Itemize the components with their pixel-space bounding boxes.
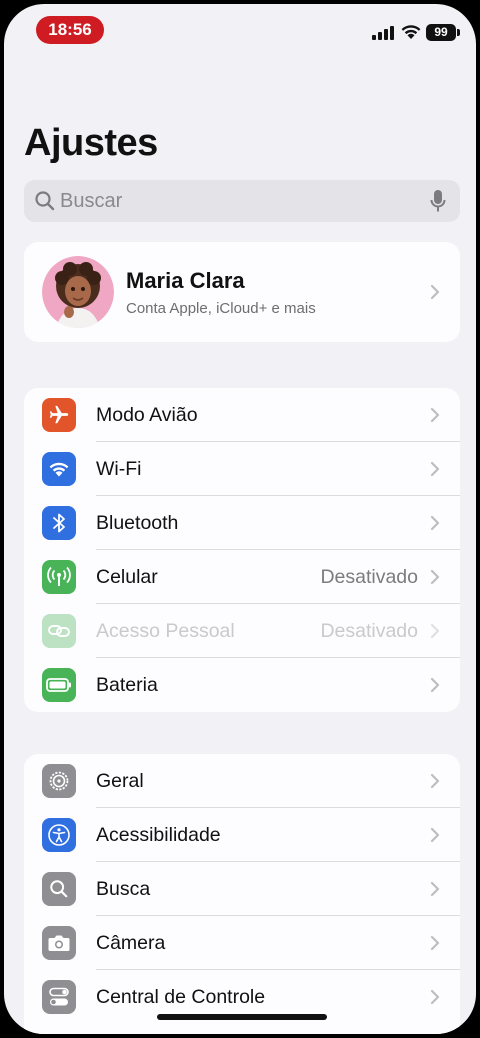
row-cellular[interactable]: Celular Desativado: [24, 550, 460, 604]
general-group: Geral Acessibilidade Busca Câmera Centra…: [24, 754, 460, 1034]
row-value: Desativado: [320, 566, 418, 588]
chevron-right-icon: [430, 935, 440, 951]
personal-hotspot-icon: [42, 614, 76, 648]
control-center-icon: [42, 980, 76, 1014]
row-airplane-mode[interactable]: Modo Avião: [24, 388, 460, 442]
chevron-right-icon: [430, 461, 440, 477]
search-icon: [42, 872, 76, 906]
row-label: Geral: [96, 770, 144, 792]
battery-tip: [457, 29, 460, 36]
chevron-right-icon: [430, 569, 440, 585]
magnifyingglass-icon: [35, 191, 55, 211]
avatar: [42, 256, 114, 328]
row-search[interactable]: Busca: [24, 862, 460, 916]
wifi-icon: [42, 452, 76, 486]
airplane-icon: [42, 398, 76, 432]
accessibility-icon: [42, 818, 76, 852]
search-input[interactable]: [60, 180, 420, 222]
chevron-right-icon: [430, 515, 440, 531]
battery-level: 99: [426, 24, 456, 41]
antenna-icon: [42, 560, 76, 594]
connectivity-group: Modo Avião Wi-Fi Bluetooth Celular Desat…: [24, 388, 460, 712]
chevron-right-icon: [430, 827, 440, 843]
row-label: Acessibilidade: [96, 824, 221, 846]
profile-name: Maria Clara: [126, 268, 245, 293]
home-indicator[interactable]: [157, 1014, 327, 1020]
row-camera[interactable]: Câmera: [24, 916, 460, 970]
row-wifi[interactable]: Wi-Fi: [24, 442, 460, 496]
wifi-status-icon: [401, 25, 421, 39]
chevron-right-icon: [430, 623, 440, 639]
row-label: Busca: [96, 878, 151, 900]
row-battery[interactable]: Bateria: [24, 658, 460, 712]
page-title: Ajustes: [24, 122, 158, 164]
microphone-icon[interactable]: [430, 189, 446, 213]
row-label: Câmera: [96, 932, 166, 954]
row-accessibility[interactable]: Acessibilidade: [24, 808, 460, 862]
row-label: Wi-Fi: [96, 458, 142, 480]
row-bluetooth[interactable]: Bluetooth: [24, 496, 460, 550]
chevron-right-icon: [430, 677, 440, 693]
chevron-right-icon: [430, 881, 440, 897]
row-label: Acesso Pessoal: [96, 620, 235, 642]
settings-screen: 18:56 99 Ajustes Buscar Maria Clara Cont…: [4, 4, 476, 1034]
chevron-right-icon: [430, 773, 440, 789]
battery-icon: [42, 668, 76, 702]
row-label: Modo Avião: [96, 404, 198, 426]
apple-account-card[interactable]: Maria Clara Conta Apple, iCloud+ e mais: [24, 242, 460, 342]
camera-icon: [42, 926, 76, 960]
row-label: Bluetooth: [96, 512, 179, 534]
chevron-right-icon: [430, 989, 440, 1005]
row-value: Desativado: [320, 620, 418, 642]
row-label: Celular: [96, 566, 158, 588]
row-personal-hotspot: Acesso Pessoal Desativado: [24, 604, 460, 658]
profile-subtitle: Conta Apple, iCloud+ e mais: [126, 300, 316, 317]
chevron-right-icon: [430, 284, 440, 300]
status-bar: 18:56 99: [4, 4, 476, 60]
search-bar[interactable]: [24, 180, 460, 222]
row-general[interactable]: Geral: [24, 754, 460, 808]
row-label: Bateria: [96, 674, 158, 696]
cellular-signal-icon: [372, 26, 394, 40]
gear-icon: [42, 764, 76, 798]
status-time[interactable]: 18:56: [36, 16, 104, 44]
memoji-avatar: [42, 256, 114, 328]
bluetooth-icon: [42, 506, 76, 540]
chevron-right-icon: [430, 407, 440, 423]
